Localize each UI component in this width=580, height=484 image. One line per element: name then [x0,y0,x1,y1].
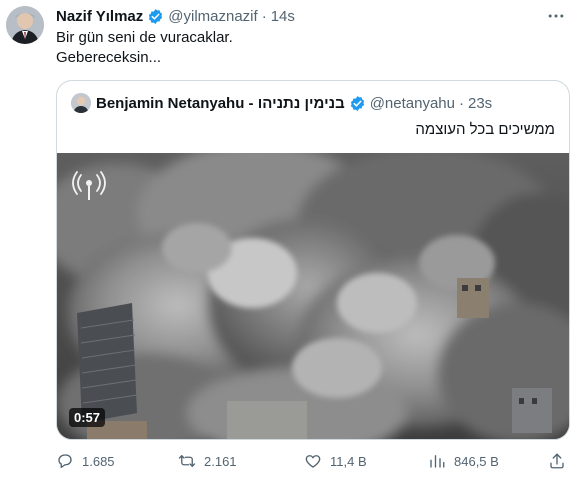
retweet-count: 2.161 [204,453,237,469]
like-icon [305,455,321,468]
tweet-header: Nazif Yılmaz @yilmaznazif · 14s [56,8,295,25]
broadcast-icon [72,171,106,200]
views-icon [430,455,445,468]
retweet-button[interactable]: 2.161 [178,452,237,470]
tweet-text-line: Gebereceksin... [56,49,162,66]
quoted-author-handle[interactable]: @netanyahu [370,95,455,112]
verified-badge-icon [149,9,163,24]
action-bar: 1.685 2.161 11,4 B 846,5 B [56,448,570,478]
verified-badge-icon [350,95,364,111]
quoted-author-name[interactable]: Benjamin Netanyahu - בנימין נתניהו [96,95,345,112]
author-handle[interactable]: @yilmaznazif [168,8,257,25]
video-player[interactable]: 0:57 [57,153,569,439]
quoted-tweet[interactable]: Benjamin Netanyahu - בנימין נתניהו @neta… [56,80,570,440]
smoke-scene-image [57,153,569,439]
author-avatar[interactable] [6,6,44,44]
reply-button[interactable]: 1.685 [56,452,115,470]
views-button[interactable]: 846,5 B [428,452,499,470]
like-count: 11,4 B [330,453,367,469]
tweet-text: Bir gün seni de vuracaklar. Gebereceksin… [56,28,233,68]
quoted-text: ממשיכים בכל העוצמה [415,121,555,138]
quoted-time[interactable]: 23s [468,95,492,112]
author-name[interactable]: Nazif Yılmaz [56,8,143,25]
reply-icon [58,454,72,469]
share-icon [550,453,564,469]
tweet-time[interactable]: 14s [271,8,295,25]
video-duration: 0:57 [69,408,106,427]
quoted-avatar [71,93,91,113]
separator-dot: · [459,94,464,112]
like-button[interactable]: 11,4 B [304,452,367,470]
tweet-text-line: Bir gün seni de vuracaklar. [56,29,233,46]
share-button[interactable] [548,452,566,470]
reply-count: 1.685 [82,453,115,469]
more-icon[interactable] [544,6,568,26]
quoted-header: Benjamin Netanyahu - בנימין נתניהו @neta… [71,93,492,113]
retweet-icon [178,455,196,467]
views-count: 846,5 B [454,453,499,469]
separator-dot: · [261,8,267,25]
